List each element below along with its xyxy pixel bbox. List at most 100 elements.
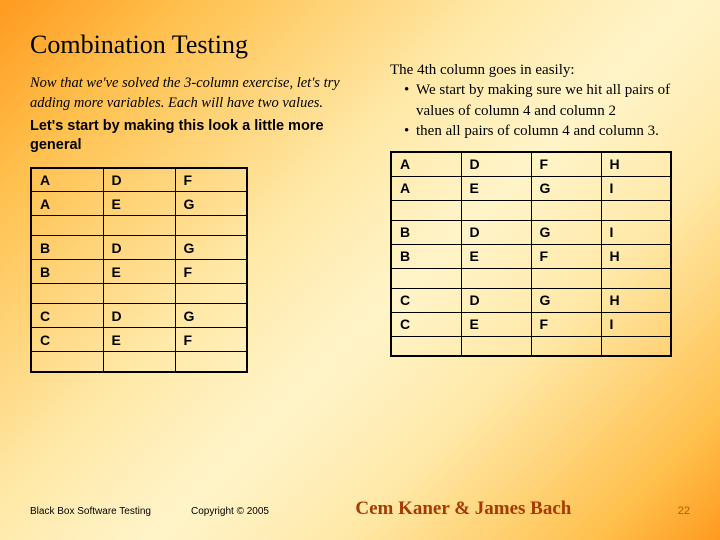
bullet-item: then all pairs of column 4 and column 3. <box>404 121 690 141</box>
table-row <box>31 352 247 372</box>
table-cell: B <box>391 220 461 244</box>
table-cell: A <box>391 152 461 176</box>
table-cell: F <box>531 152 601 176</box>
table-cell: G <box>175 192 247 216</box>
bullet-item: We start by making sure we hit all pairs… <box>404 80 690 121</box>
slide-content: Combination Testing Now that we've solve… <box>0 0 720 373</box>
left-table-body: ADFAEGBDGBEFCDGCEF <box>31 168 247 372</box>
right-table-body: ADFHAEGIBDGIBEFHCDGHCEFI <box>391 152 671 356</box>
table-cell <box>175 352 247 372</box>
table-cell: F <box>531 244 601 268</box>
table-cell: F <box>531 312 601 336</box>
table-cell <box>103 216 175 236</box>
footer: Black Box Software Testing Copyright © 2… <box>30 498 690 520</box>
table-cell: E <box>461 312 531 336</box>
table-row <box>391 336 671 356</box>
right-table: ADFHAEGIBDGIBEFHCDGHCEFI <box>390 151 672 357</box>
right-intro: The 4th column goes in easily: We start … <box>390 60 690 141</box>
table-cell <box>531 336 601 356</box>
table-cell: D <box>461 220 531 244</box>
table-cell <box>103 284 175 304</box>
table-row: BDG <box>31 236 247 260</box>
table-row <box>31 284 247 304</box>
table-cell <box>175 216 247 236</box>
table-cell: E <box>103 328 175 352</box>
footer-authors: Cem Kaner & James Bach <box>269 498 658 520</box>
table-cell <box>391 336 461 356</box>
table-cell: E <box>103 192 175 216</box>
table-cell: D <box>103 168 175 192</box>
table-cell: D <box>103 236 175 260</box>
table-cell: C <box>391 288 461 312</box>
table-cell: I <box>601 220 671 244</box>
table-cell <box>531 268 601 288</box>
left-column: Combination Testing Now that we've solve… <box>30 30 360 373</box>
table-cell <box>391 268 461 288</box>
table-cell: B <box>31 260 103 284</box>
table-cell <box>31 284 103 304</box>
table-cell: E <box>103 260 175 284</box>
table-row: AEGI <box>391 176 671 200</box>
table-cell <box>31 352 103 372</box>
right-bullet-list: We start by making sure we hit all pairs… <box>390 80 690 141</box>
table-cell: A <box>31 192 103 216</box>
table-cell: G <box>531 176 601 200</box>
footer-course: Black Box Software Testing <box>30 506 151 517</box>
footer-copyright: Copyright © 2005 <box>191 506 269 517</box>
table-cell: G <box>531 288 601 312</box>
table-cell: H <box>601 244 671 268</box>
table-cell: I <box>601 312 671 336</box>
table-cell: D <box>461 288 531 312</box>
table-cell <box>531 200 601 220</box>
table-row <box>391 268 671 288</box>
table-row <box>391 200 671 220</box>
table-cell: F <box>175 328 247 352</box>
table-cell: A <box>31 168 103 192</box>
table-cell <box>175 284 247 304</box>
table-row: CEF <box>31 328 247 352</box>
table-cell <box>601 336 671 356</box>
table-cell: H <box>601 288 671 312</box>
left-table: ADFAEGBDGBEFCDGCEF <box>30 167 248 373</box>
slide-title: Combination Testing <box>30 30 360 60</box>
table-row: AEG <box>31 192 247 216</box>
table-cell: B <box>391 244 461 268</box>
right-column: The 4th column goes in easily: We start … <box>390 30 690 373</box>
table-cell: D <box>461 152 531 176</box>
table-row: ADF <box>31 168 247 192</box>
table-row <box>31 216 247 236</box>
table-cell: F <box>175 260 247 284</box>
table-cell <box>31 216 103 236</box>
intro-italic: Now that we've solved the 3-column exerc… <box>30 74 360 113</box>
table-row: BEF <box>31 260 247 284</box>
intro-bold: Let's start by making this look a little… <box>30 117 360 155</box>
table-cell: F <box>175 168 247 192</box>
table-cell: E <box>461 244 531 268</box>
table-cell <box>601 268 671 288</box>
table-row: BDGI <box>391 220 671 244</box>
table-cell <box>391 200 461 220</box>
table-cell <box>103 352 175 372</box>
table-cell: G <box>175 236 247 260</box>
table-cell <box>601 200 671 220</box>
table-cell <box>461 200 531 220</box>
table-cell: A <box>391 176 461 200</box>
table-cell: I <box>601 176 671 200</box>
right-intro-lead: The 4th column goes in easily: <box>390 60 690 80</box>
table-cell <box>461 268 531 288</box>
table-row: CEFI <box>391 312 671 336</box>
table-row: ADFH <box>391 152 671 176</box>
table-row: BEFH <box>391 244 671 268</box>
table-cell: C <box>31 328 103 352</box>
table-cell: G <box>175 304 247 328</box>
table-row: CDG <box>31 304 247 328</box>
table-row: CDGH <box>391 288 671 312</box>
footer-page-number: 22 <box>678 505 690 517</box>
table-cell: B <box>31 236 103 260</box>
table-cell: D <box>103 304 175 328</box>
table-cell: C <box>391 312 461 336</box>
table-cell: H <box>601 152 671 176</box>
table-cell: C <box>31 304 103 328</box>
table-cell: E <box>461 176 531 200</box>
table-cell <box>461 336 531 356</box>
